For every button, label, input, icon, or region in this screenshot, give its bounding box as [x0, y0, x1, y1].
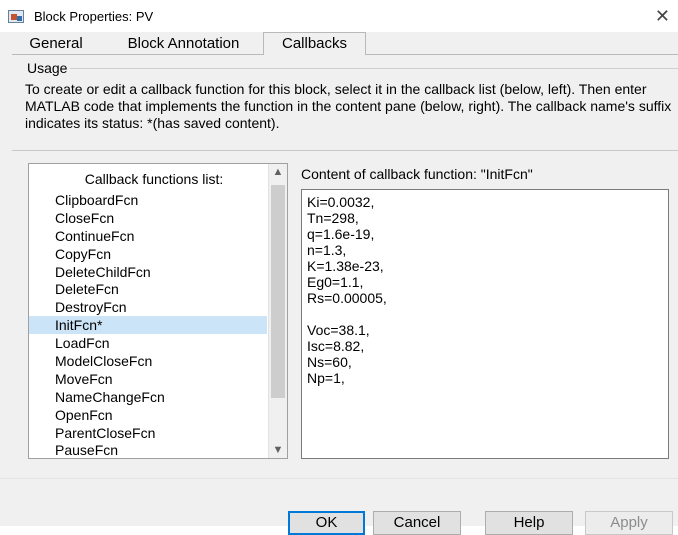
close-icon[interactable]: ✕	[655, 6, 670, 27]
ok-button[interactable]: OK	[288, 511, 365, 535]
simulink-block-icon	[8, 10, 24, 23]
scroll-thumb[interactable]	[271, 185, 285, 398]
code-line: Np=1,	[307, 370, 345, 386]
callback-list-item[interactable]: NameChangeFcn	[29, 388, 267, 406]
code-line: Tn=298,	[307, 210, 359, 226]
callback-list-item[interactable]: ContinueFcn	[29, 227, 267, 245]
callback-list-item[interactable]: ClipboardFcn	[29, 191, 267, 209]
callback-list-item[interactable]: DestroyFcn	[29, 298, 267, 316]
help-button[interactable]: Help	[485, 511, 573, 535]
cancel-button[interactable]: Cancel	[373, 511, 461, 535]
window-title: Block Properties: PV	[34, 9, 154, 24]
usage-legend: Usage	[25, 60, 70, 76]
callback-list-item[interactable]: MoveFcn	[29, 370, 267, 388]
tab-block-annotation[interactable]: Block Annotation	[106, 33, 261, 55]
scroll-down-icon[interactable]: ▼	[269, 444, 287, 456]
content-pane-label: Content of callback function: "InitFcn"	[301, 166, 533, 182]
callback-list-item[interactable]: OpenFcn	[29, 406, 267, 424]
button-bar-divider	[0, 478, 678, 479]
code-line: Ki=0.0032,	[307, 194, 375, 210]
usage-group-border	[70, 68, 678, 69]
callback-list-header: Callback functions list:	[84, 171, 224, 187]
code-line: Eg0=1.1,	[307, 274, 364, 290]
callback-list-items: ClipboardFcn CloseFcn ContinueFcn CopyFcn De…	[29, 191, 267, 458]
code-line: Voc=38.1,	[307, 322, 370, 338]
dialog-panel: General Block Annotation Callbacks Usage…	[0, 32, 678, 535]
callback-list-item[interactable]: PauseFcn	[29, 441, 267, 458]
callback-list-item[interactable]: CloseFcn	[29, 209, 267, 227]
code-line: Isc=8.82,	[307, 338, 365, 354]
callback-list-item[interactable]: ModelCloseFcn	[29, 352, 267, 370]
callback-list-item[interactable]: InitFcn*	[29, 316, 267, 335]
callback-list-item[interactable]: LoadFcn	[29, 334, 267, 352]
callback-list-item[interactable]: ParentCloseFcn	[29, 424, 267, 442]
code-line: Ns=60,	[307, 354, 352, 370]
callback-list-item[interactable]: DeleteFcn	[29, 280, 267, 298]
code-line: q=1.6e-19,	[307, 226, 375, 242]
apply-button[interactable]: Apply	[585, 511, 673, 535]
code-line: Rs=0.00005,	[307, 290, 387, 306]
code-line: n=1.3,	[307, 242, 347, 258]
scroll-up-icon[interactable]: ▲	[269, 166, 287, 178]
section-divider	[12, 150, 678, 151]
callback-list-item[interactable]: CopyFcn	[29, 245, 267, 263]
callback-list-item[interactable]: DeleteChildFcn	[29, 263, 267, 281]
callback-content-editor[interactable]: Ki=0.0032, Tn=298, q=1.6e-19, n=1.3, K=1.38e…	[301, 189, 669, 459]
tab-general[interactable]: General	[16, 33, 96, 55]
list-scrollbar[interactable]: ▲ ▼	[268, 164, 287, 458]
tab-callbacks[interactable]: Callbacks	[263, 32, 366, 55]
title-bar: Block Properties: PV ✕	[0, 0, 678, 32]
code-text: Ki=0.0032, Tn=298, q=1.6e-19, n=1.3, K=1.38e…	[302, 190, 668, 386]
code-line: K=1.38e-23,	[307, 258, 384, 274]
usage-description: To create or edit a callback function fo…	[25, 81, 672, 131]
callback-functions-list[interactable]: Callback functions list: ClipboardFcn Clo…	[28, 163, 288, 459]
